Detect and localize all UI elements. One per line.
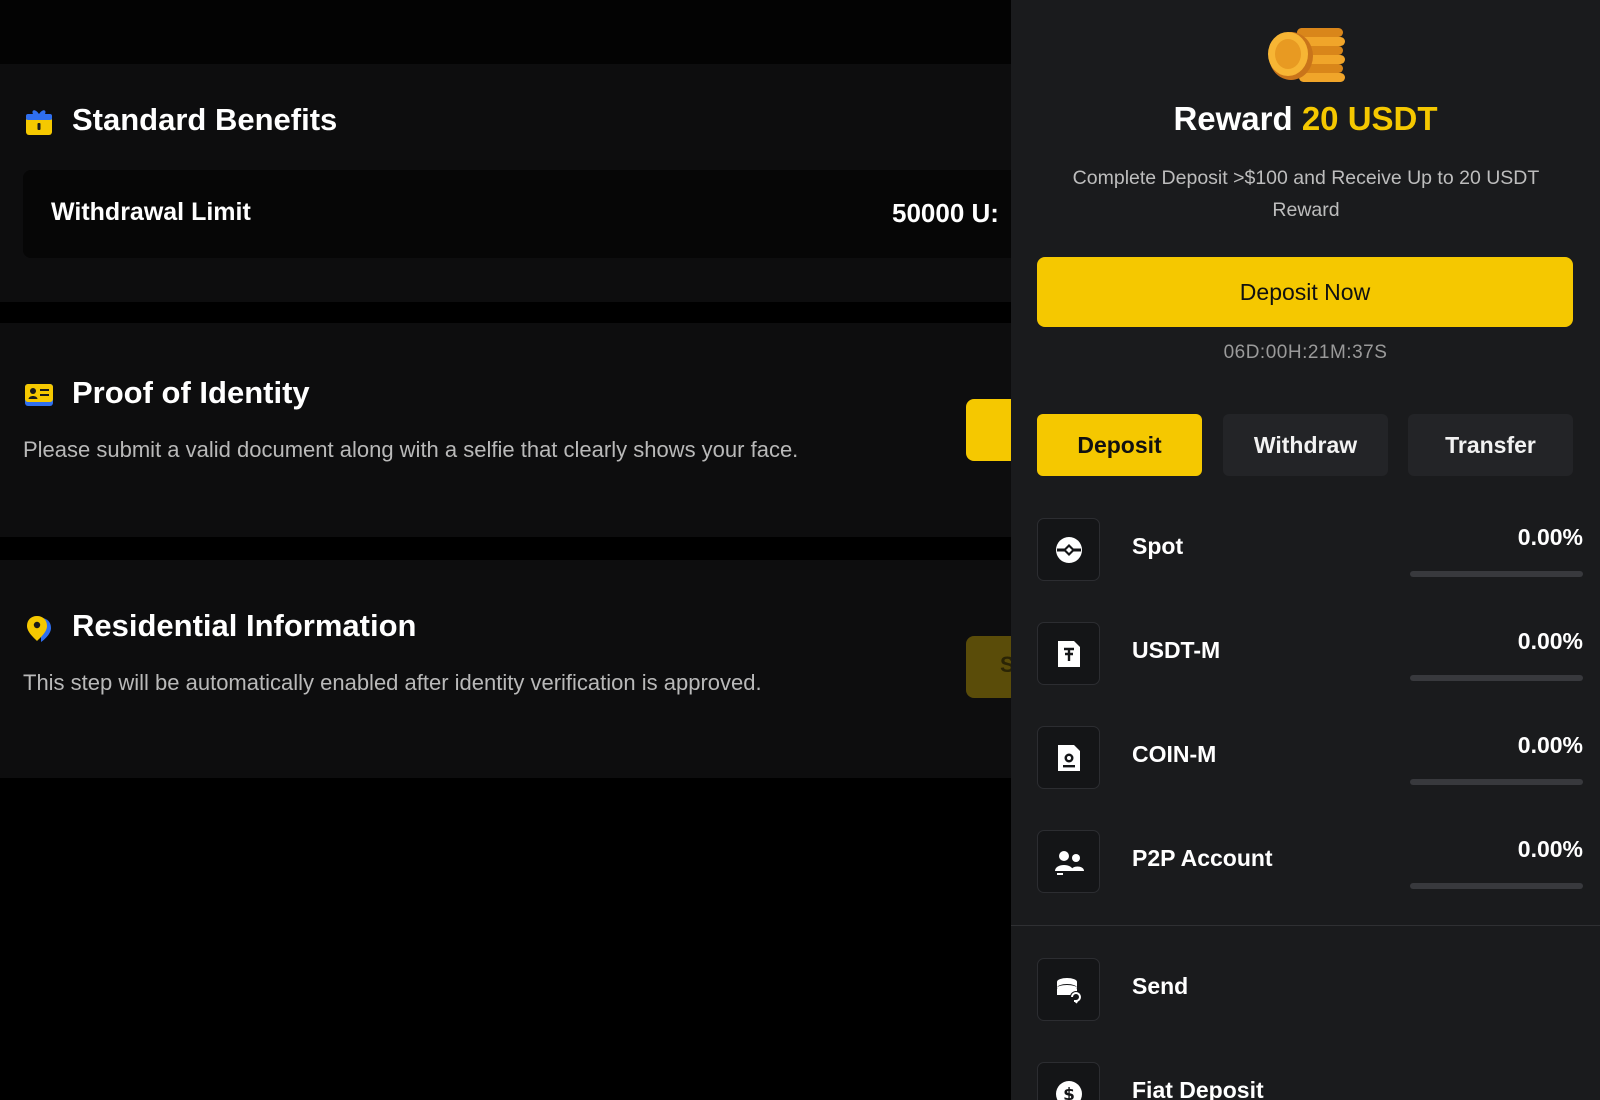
reward-amount: 20 USDT [1301,100,1438,137]
residential-information-description: This step will be automatically enabled … [23,670,762,695]
spot-icon [1037,518,1100,581]
account-progress-usdt-m [1410,675,1583,681]
account-progress-coin-m [1410,779,1583,785]
coin-m-icon [1037,726,1100,789]
gift-icon [26,110,52,135]
svg-text:$: $ [1063,1085,1075,1100]
account-percent-spot: 0.00% [1517,524,1583,550]
p2p-icon [1037,830,1100,893]
residential-information-card: Residential Information This step will b… [0,560,1011,778]
account-name-usdt-m: USDT-M [1132,637,1221,663]
withdrawal-limit-label: Withdrawal Limit [51,198,251,226]
reward-description: Complete Deposit >$100 and Receive Up to… [1072,167,1540,221]
id-card-icon [25,384,53,406]
account-name-spot: Spot [1132,533,1184,559]
residential-start-button[interactable]: S [966,636,1011,698]
residential-information-title: Residential Information [72,608,417,643]
tab-withdraw[interactable]: Withdraw [1223,414,1388,476]
account-name-coin-m: COIN-M [1132,741,1217,767]
top-bar [0,0,1011,64]
action-name-fiat-deposit: Fiat Deposit [1132,1077,1264,1100]
standard-benefits-card: Standard Benefits Withdrawal Limit 50000… [0,64,1011,302]
deposit-now-button[interactable]: Deposit Now [1037,257,1573,327]
countdown-timer: 06D:00H:21M:37S [1223,342,1388,363]
account-progress-spot [1410,571,1583,577]
fiat-deposit-icon: $ [1037,1062,1100,1100]
usdt-m-icon [1037,622,1100,685]
action-name-send: Send [1132,973,1189,999]
withdrawal-limit-row: Withdrawal Limit 50000 U: [23,170,1011,258]
account-row-p2p[interactable]: P2P Account 0.00% [1037,830,1583,894]
tab-deposit[interactable]: Deposit [1037,414,1202,476]
action-row-fiat-deposit[interactable]: $ Fiat Deposit [1037,1062,1583,1100]
proof-of-identity-title: Proof of Identity [72,375,310,410]
account-row-usdt-m[interactable]: USDT-M 0.00% [1037,622,1583,686]
account-progress-p2p [1410,883,1583,889]
standard-benefits-title: Standard Benefits [72,102,338,137]
deposit-panel: Reward 20 USDT Complete Deposit >$100 an… [1011,0,1600,1100]
action-row-send[interactable]: Send [1037,958,1583,1022]
account-percent-coin-m: 0.00% [1517,732,1583,758]
verification-page: Standard Benefits Withdrawal Limit 50000… [0,0,1011,1100]
reward-prefix: Reward [1173,100,1293,137]
reward-title: Reward 20 USDT [1011,100,1600,138]
send-icon [1037,958,1100,1021]
location-pin-icon [27,616,51,642]
coins-icon [1268,28,1345,82]
verify-identity-button[interactable] [966,399,1011,461]
proof-of-identity-card: Proof of Identity Please submit a valid … [0,323,1011,537]
account-name-p2p: P2P Account [1132,845,1273,871]
panel-divider [1011,925,1600,926]
withdrawal-limit-value: 50000 U: [892,198,999,228]
proof-of-identity-description: Please submit a valid document along wit… [23,437,799,462]
residential-start-button-label: S [1000,652,1011,677]
account-percent-p2p: 0.00% [1517,836,1583,862]
account-percent-usdt-m: 0.00% [1517,628,1583,654]
tab-transfer[interactable]: Transfer [1408,414,1573,476]
account-row-spot[interactable]: Spot 0.00% [1037,518,1583,582]
account-row-coin-m[interactable]: COIN-M 0.00% [1037,726,1583,790]
